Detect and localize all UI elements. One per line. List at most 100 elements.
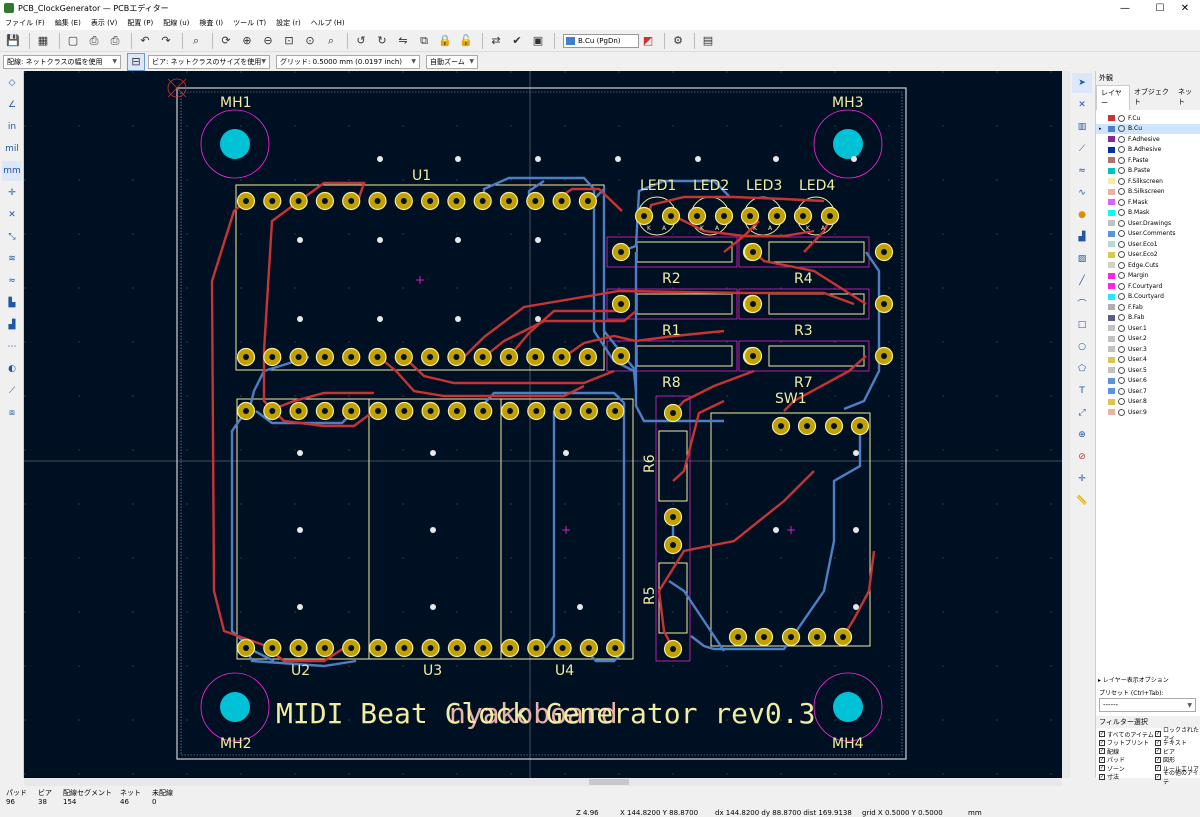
pad-hole[interactable] xyxy=(558,354,565,360)
via[interactable] xyxy=(773,527,779,533)
visibility-icon[interactable] xyxy=(1118,272,1125,280)
filter-checkbox[interactable]: ✓ すべてのアイテム xyxy=(1099,730,1155,739)
pad-hole[interactable] xyxy=(840,634,846,640)
layer-row[interactable]: User.7 xyxy=(1096,386,1200,397)
layer-color-swatch[interactable] xyxy=(1108,377,1115,384)
close-button[interactable]: ✕ xyxy=(1170,0,1200,17)
pad-hole[interactable] xyxy=(348,408,355,414)
layer-row[interactable]: User.Drawings xyxy=(1096,218,1200,229)
layer-row[interactable]: F.Cu xyxy=(1096,113,1200,124)
delete-icon[interactable]: ⊘ xyxy=(1072,447,1092,467)
pad-hole[interactable] xyxy=(295,408,302,414)
local-ratsnest-icon[interactable]: ✕ xyxy=(1072,95,1092,115)
visibility-icon[interactable] xyxy=(1118,188,1125,196)
layer-row[interactable]: User.Eco2 xyxy=(1096,250,1200,261)
menu-file[interactable]: ファイル (F) xyxy=(0,17,50,30)
pad-hole[interactable] xyxy=(374,198,381,204)
draw-rectangle-icon[interactable]: □ xyxy=(1072,315,1092,335)
via-size-select[interactable]: ビア: ネットクラスのサイズを使用 ▼ xyxy=(148,54,270,69)
visibility-icon[interactable] xyxy=(1118,156,1125,164)
net-highlight-icon[interactable]: ⟋ xyxy=(2,381,22,401)
pad-hole[interactable] xyxy=(348,354,355,360)
pad-hole[interactable] xyxy=(774,213,780,219)
pad-hole[interactable] xyxy=(401,645,408,651)
track-width-select[interactable]: 配線: ネットクラスの幅を使用 ▼ xyxy=(3,54,121,69)
ref-mh2[interactable]: MH2 xyxy=(220,736,252,752)
pad-hole[interactable] xyxy=(857,423,863,429)
layer-row[interactable]: F.Fab xyxy=(1096,302,1200,313)
preset-select[interactable]: ------ ▼ xyxy=(1099,698,1196,712)
layer-color-swatch[interactable] xyxy=(1108,293,1115,300)
set-origin-icon[interactable]: ✛ xyxy=(1072,469,1092,489)
layer-color-swatch[interactable] xyxy=(1108,167,1115,174)
layer-row[interactable]: User.3 xyxy=(1096,344,1200,355)
layer-color-swatch[interactable] xyxy=(1108,125,1115,132)
menu-tools[interactable]: ツール (T) xyxy=(228,17,271,30)
via[interactable] xyxy=(377,316,383,322)
pad-hole[interactable] xyxy=(533,645,540,651)
via[interactable] xyxy=(563,450,569,456)
pad-hole[interactable] xyxy=(480,408,487,414)
curved-ratsnest-icon[interactable]: ⤡ xyxy=(2,227,22,247)
zoom-objects-icon[interactable]: ⊙ xyxy=(301,32,319,50)
visibility-icon[interactable] xyxy=(1118,408,1125,416)
plot-icon[interactable]: ⎙ xyxy=(106,32,124,50)
layer-color-swatch[interactable] xyxy=(1108,314,1115,321)
layer-row[interactable]: F.Courtyard xyxy=(1096,281,1200,292)
pad-hole[interactable] xyxy=(400,198,407,204)
cursor-icon[interactable]: ✛ xyxy=(2,183,22,203)
layer-color-swatch[interactable] xyxy=(1108,356,1115,363)
layer-color-swatch[interactable] xyxy=(1108,209,1115,216)
pad-hole[interactable] xyxy=(269,645,276,651)
filter-checkbox[interactable]: ✓ ビア xyxy=(1155,747,1200,756)
draw-arc-icon[interactable]: ⌒ xyxy=(1072,293,1092,313)
pad-hole[interactable] xyxy=(778,423,784,429)
pad-hole[interactable] xyxy=(269,408,276,414)
zoom-in-icon[interactable]: ⊕ xyxy=(238,32,256,50)
pad-hole[interactable] xyxy=(881,249,887,255)
zone-outline-icon[interactable]: ≈ xyxy=(2,271,22,291)
visibility-icon[interactable] xyxy=(1118,167,1125,175)
pcb-drawing[interactable]: MH1 MH3 MH2 MH4 U1 U2 U3 U4 R2 R4 R1 R3 … xyxy=(24,71,1062,778)
pad-hole[interactable] xyxy=(618,353,624,359)
visibility-icon[interactable] xyxy=(1118,240,1125,248)
pad-hole[interactable] xyxy=(721,213,727,219)
layer-color-swatch[interactable] xyxy=(1108,388,1115,395)
active-layer-select[interactable]: B.Cu (PgDn) xyxy=(563,33,639,48)
layer-color-swatch[interactable] xyxy=(1108,199,1115,206)
ref-led4[interactable]: LED4 xyxy=(799,178,835,194)
visibility-icon[interactable] xyxy=(1118,114,1125,122)
checkbox-icon[interactable]: ✓ xyxy=(1155,748,1161,755)
layer-color-swatch[interactable] xyxy=(1108,325,1115,332)
menu-edit[interactable]: 編集 (E) xyxy=(50,17,86,30)
via[interactable] xyxy=(455,237,461,243)
pad-hole[interactable] xyxy=(788,634,794,640)
pad-hole[interactable] xyxy=(479,354,486,360)
ref-u4[interactable]: U4 xyxy=(555,663,574,679)
visibility-icon[interactable] xyxy=(1118,356,1125,364)
pad-hole[interactable] xyxy=(295,354,302,360)
via[interactable] xyxy=(377,156,383,162)
pad-hole[interactable] xyxy=(670,646,676,652)
layer-row[interactable]: Margin xyxy=(1096,271,1200,282)
pad-hole[interactable] xyxy=(559,645,566,651)
visibility-icon[interactable] xyxy=(1118,219,1125,227)
track-sketch-icon[interactable]: ⋯ xyxy=(2,337,22,357)
add-zone-icon[interactable]: ▟ xyxy=(1072,227,1092,247)
pad-hole[interactable] xyxy=(269,198,276,204)
layer-row[interactable]: User.8 xyxy=(1096,397,1200,408)
pad-hole[interactable] xyxy=(427,354,434,360)
pad-hole[interactable] xyxy=(375,645,381,651)
pcb-canvas[interactable]: MH1 MH3 MH2 MH4 U1 U2 U3 U4 R2 R4 R1 R3 … xyxy=(24,71,1062,778)
add-text-icon[interactable]: T xyxy=(1072,381,1092,401)
visibility-icon[interactable] xyxy=(1118,251,1125,259)
layer-color-swatch[interactable] xyxy=(1108,157,1115,164)
via[interactable] xyxy=(695,156,701,162)
pad-hole[interactable] xyxy=(506,198,512,204)
pad-hole[interactable] xyxy=(585,645,592,651)
filter-checkbox[interactable]: ✓ テキスト xyxy=(1155,739,1200,747)
via[interactable] xyxy=(455,156,461,162)
layer-color-swatch[interactable] xyxy=(1108,241,1115,248)
pad-hole[interactable] xyxy=(507,645,513,651)
via[interactable] xyxy=(377,237,383,243)
